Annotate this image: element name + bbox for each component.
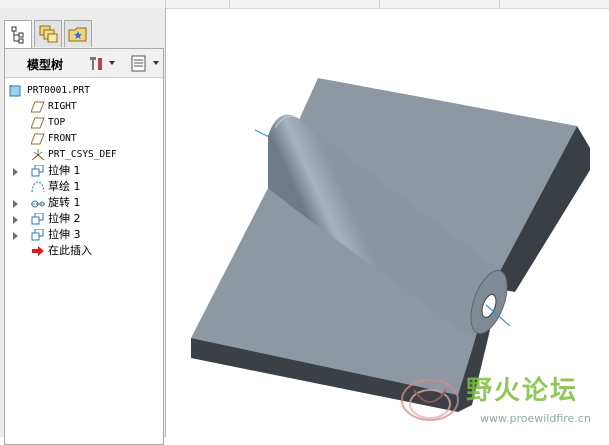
datum-plane-icon <box>31 133 45 145</box>
extrude-icon <box>31 165 44 177</box>
tree-item-extrude-2[interactable]: 拉伸 2 <box>5 211 163 227</box>
datum-plane-icon <box>31 117 45 129</box>
expand-arrow-icon[interactable] <box>13 216 18 224</box>
extrude-icon <box>31 229 44 241</box>
model-tree-title: 模型树 <box>27 58 64 72</box>
toolbar-separator <box>165 0 166 8</box>
tree-item-insert-here[interactable]: 在此插入 <box>5 243 163 259</box>
part-icon <box>9 85 21 97</box>
tree-item-label: 拉伸 1 <box>48 164 81 177</box>
tree-item-label: 草绘 1 <box>48 180 81 193</box>
toolbar-separator <box>229 0 230 8</box>
insert-here-arrow-icon <box>32 246 44 256</box>
coordinate-system-icon <box>31 149 45 161</box>
list-settings-icon <box>131 55 159 72</box>
revolve-icon <box>31 200 45 208</box>
layers-icon <box>39 25 58 43</box>
tree-item-extrude-1[interactable]: 拉伸 1 <box>5 163 163 179</box>
tree-icon <box>11 26 24 44</box>
navigator-panel: 模型树 PRT0001.PRT RIGHT TOP FRONT PRT_CSYS… <box>0 8 166 445</box>
datum-plane-icon <box>31 101 45 113</box>
toolbar-separator <box>499 0 500 8</box>
tree-item-front[interactable]: FRONT <box>5 131 163 147</box>
watermark: 野火论坛 www.proewildfire.cn <box>398 370 609 434</box>
tree-show-button[interactable] <box>129 54 163 72</box>
tree-item-part[interactable]: PRT0001.PRT <box>5 83 163 99</box>
graphics-viewport[interactable]: 野火论坛 www.proewildfire.cn <box>166 9 609 437</box>
tree-item-csys[interactable]: PRT_CSYS_DEF <box>5 147 163 163</box>
expand-arrow-icon[interactable] <box>13 200 18 208</box>
tree-item-label: RIGHT <box>48 101 77 112</box>
tab-layers[interactable] <box>34 20 62 47</box>
tab-favorites[interactable] <box>64 20 92 47</box>
tree-item-label: TOP <box>48 117 66 128</box>
tree-item-label: PRT_CSYS_DEF <box>48 149 117 160</box>
tree-item-label: 拉伸 3 <box>48 228 81 241</box>
tree-item-right[interactable]: RIGHT <box>5 99 163 115</box>
tree-item-label: 在此插入 <box>48 244 92 257</box>
folder-star-icon <box>68 27 87 42</box>
model-tree-frame: 模型树 PRT0001.PRT RIGHT TOP FRONT PRT_CSYS… <box>4 48 164 445</box>
tree-item-label: FRONT <box>48 133 77 144</box>
tab-model-tree[interactable] <box>4 20 32 49</box>
toolbar-separator <box>379 0 380 8</box>
tree-item-label: 拉伸 2 <box>48 212 81 225</box>
expand-arrow-icon[interactable] <box>13 232 18 240</box>
watermark-logo-icon <box>401 379 459 421</box>
extrude-icon <box>31 213 44 225</box>
tree-item-label: PRT0001.PRT <box>27 85 90 96</box>
tree-settings-button[interactable] <box>87 54 119 72</box>
watermark-url: www.proewildfire.cn <box>480 412 591 425</box>
model-tree-header: 模型树 <box>5 49 163 78</box>
tree-item-extrude-3[interactable]: 拉伸 3 <box>5 227 163 243</box>
tree-item-label: 旋转 1 <box>48 196 81 209</box>
sketch-icon <box>31 181 45 193</box>
tree-item-sketch-1[interactable]: 草绘 1 <box>5 179 163 195</box>
tree-item-revolve-1[interactable]: 旋转 1 <box>5 195 163 211</box>
tools-icon <box>90 57 115 70</box>
tree-item-top[interactable]: TOP <box>5 115 163 131</box>
model-tree: PRT0001.PRT RIGHT TOP FRONT PRT_CSYS_DEF <box>5 83 163 259</box>
watermark-title: 野火论坛 <box>466 376 579 406</box>
expand-arrow-icon[interactable] <box>13 168 18 176</box>
